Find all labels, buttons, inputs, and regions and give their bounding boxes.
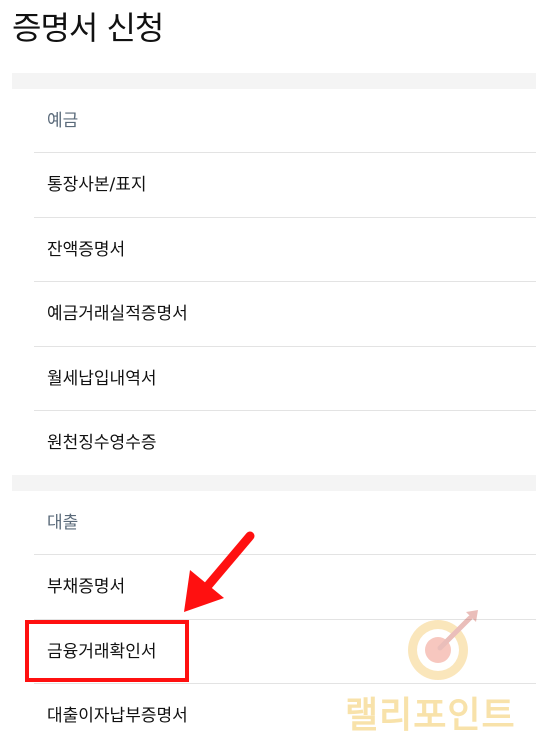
menu-item-withholding-tax-receipt[interactable]: 원천징수영수증 [34, 411, 536, 476]
highlight-box [25, 620, 189, 682]
menu-item-bankbook-copy[interactable]: 통장사본/표지 [34, 153, 536, 218]
menu-item-monthly-rent-statement[interactable]: 월세납입내역서 [34, 347, 536, 411]
section-header-loan: 대출 [34, 491, 536, 555]
red-arrow-icon [184, 531, 255, 612]
menu-item-balance-certificate[interactable]: 잔액증명서 [34, 218, 536, 282]
menu-item-deposit-transaction-certificate[interactable]: 예금거래실적증명서 [34, 282, 536, 347]
page-title: 증명서 신청 [12, 9, 164, 47]
section-divider [12, 475, 536, 491]
target-arrow-icon [408, 610, 478, 680]
watermark-text: 랠리포인트 [345, 695, 516, 736]
section-deposit: 예금 통장사본/표지 잔액증명서 예금거래실적증명서 월세납입내역서 원천징수영… [34, 89, 536, 476]
section-header-deposit: 예금 [34, 89, 536, 153]
section-divider [12, 73, 536, 89]
